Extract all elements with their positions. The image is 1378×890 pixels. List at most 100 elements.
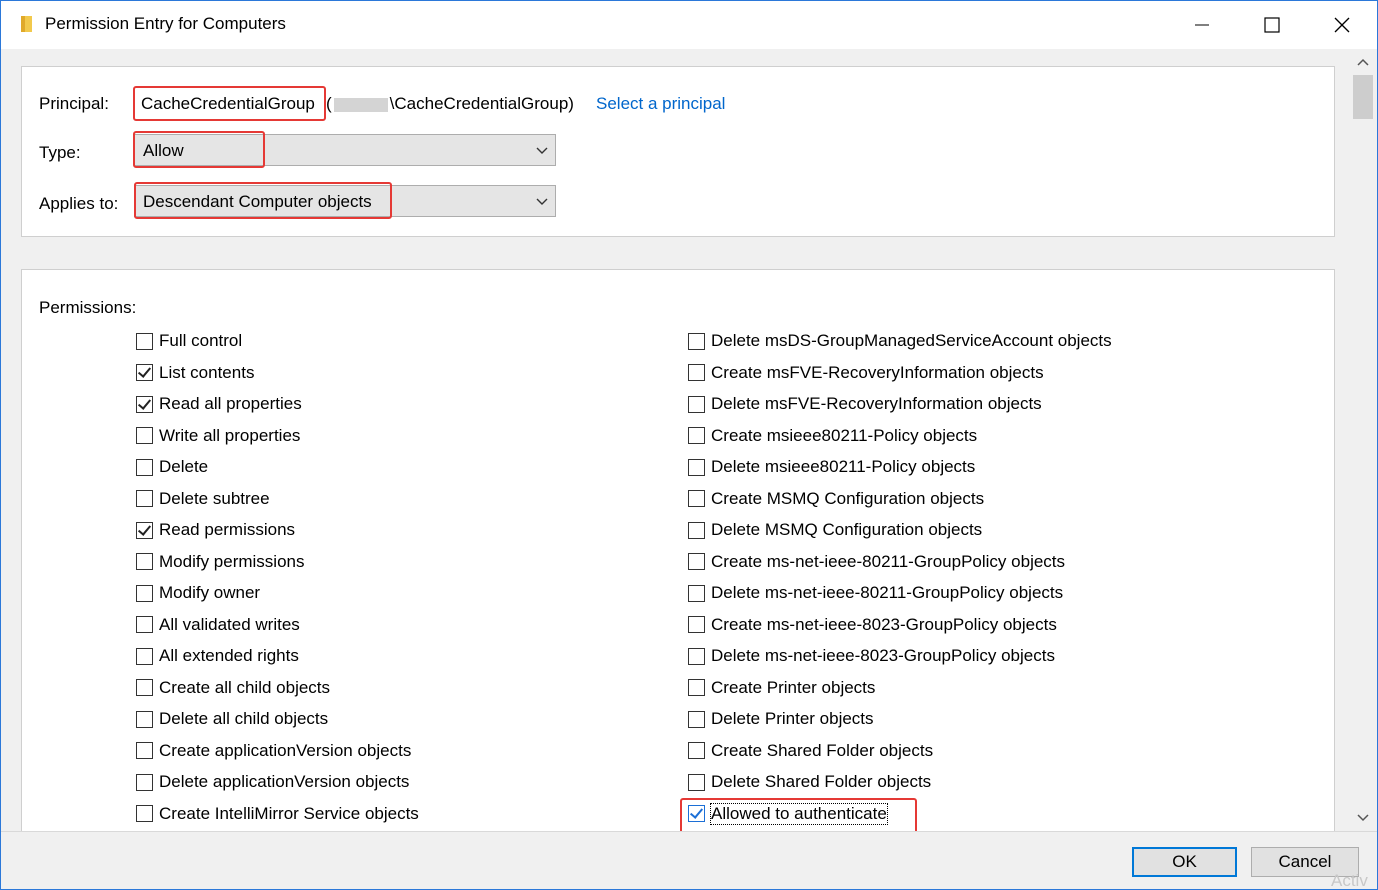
permission-item[interactable]: Modify owner [136,581,260,605]
permission-checkbox[interactable] [688,395,705,413]
permission-checkbox[interactable] [136,395,153,413]
permission-checkbox[interactable] [688,332,705,350]
chevron-up-icon [1357,58,1369,66]
permission-label: Delete ms-net-ieee-80211-GroupPolicy obj… [711,583,1064,602]
permission-item[interactable]: Write all properties [136,424,300,448]
permission-item[interactable]: Allowed to authenticate [688,802,888,826]
permission-item[interactable]: Delete subtree [136,487,270,511]
permission-label: Read permissions [159,520,296,539]
permission-checkbox[interactable] [688,553,705,570]
permission-checkbox[interactable] [688,521,705,539]
scroll-down-button[interactable] [1349,805,1377,831]
vertical-scrollbar[interactable] [1349,49,1377,831]
permission-item[interactable]: Delete MSMQ Configuration objects [688,518,982,542]
permission-checkbox[interactable] [136,710,153,728]
permission-checkbox[interactable] [136,647,153,665]
permission-item[interactable]: Delete msieee80211-Policy objects [688,455,975,479]
permission-checkbox[interactable] [136,616,153,633]
permission-label: Full control [159,331,243,350]
permission-label: Create IntelliMirror Service objects [159,803,419,823]
permission-item[interactable]: Create Shared Folder objects [688,739,933,763]
permission-checkbox[interactable] [688,364,705,381]
permission-item[interactable]: Create msieee80211-Policy objects [688,424,977,448]
permission-label: Delete ms-net-ieee-8023-GroupPolicy obje… [711,646,1055,665]
ok-button[interactable]: OK [1132,847,1237,877]
principal-label: Principal: [39,94,109,113]
permission-checkbox[interactable] [688,773,705,791]
permission-checkbox[interactable] [136,773,153,791]
permission-item[interactable]: Delete Printer objects [688,707,874,731]
permission-item[interactable]: Create all child objects [136,676,330,700]
close-icon [1334,17,1350,33]
permission-item[interactable]: Read permissions [136,518,295,542]
maximize-button[interactable] [1237,1,1307,49]
permission-item[interactable]: Delete msDS-GroupManagedServiceAccount o… [688,329,1112,353]
chevron-down-icon [1357,814,1369,822]
activation-watermark: Activ [1331,871,1368,890]
minimize-button[interactable] [1167,1,1237,49]
permission-item[interactable]: Delete all child objects [136,707,328,731]
permission-checkbox[interactable] [136,521,153,539]
permission-item[interactable]: All extended rights [136,644,299,668]
permission-checkbox[interactable] [688,427,705,444]
permission-checkbox[interactable] [136,364,153,381]
permission-item[interactable]: Create msFVE-RecoveryInformation objects [688,361,1044,385]
principal-group: Principal: CacheCredentialGroup (\CacheC… [21,66,1335,237]
scroll-thumb[interactable] [1353,75,1373,119]
permission-checkbox[interactable] [688,805,705,822]
permission-checkbox[interactable] [688,679,705,696]
permission-item[interactable]: Delete msFVE-RecoveryInformation objects [688,392,1042,416]
permission-checkbox[interactable] [136,679,153,696]
permission-item[interactable]: Create ms-net-ieee-8023-GroupPolicy obje… [688,613,1057,637]
permission-label: Create all child objects [159,677,331,697]
scroll-up-button[interactable] [1349,49,1377,75]
permission-item[interactable]: Modify permissions [136,550,305,574]
permission-item[interactable]: Create IntelliMirror Service objects [136,802,419,826]
permission-label: Delete Shared Folder objects [711,772,932,791]
permission-item[interactable]: Create ms-net-ieee-80211-GroupPolicy obj… [688,550,1065,574]
permission-checkbox[interactable] [136,427,153,444]
permission-label: Create applicationVersion objects [159,740,412,760]
permission-checkbox[interactable] [136,805,153,822]
permission-checkbox[interactable] [136,553,153,570]
permission-item[interactable]: Delete [136,455,208,479]
permission-checkbox[interactable] [136,490,153,507]
permission-checkbox[interactable] [688,710,705,728]
permission-item[interactable]: Create Printer objects [688,676,875,700]
permission-checkbox[interactable] [688,616,705,633]
permission-item[interactable]: Create MSMQ Configuration objects [688,487,984,511]
chevron-down-icon [536,198,548,205]
applies-to-dropdown[interactable]: Descendant Computer objects [134,185,556,217]
permission-item[interactable]: List contents [136,361,254,385]
permission-label: Create msFVE-RecoveryInformation objects [711,362,1044,382]
permission-item[interactable]: Delete ms-net-ieee-80211-GroupPolicy obj… [688,581,1063,605]
permission-label: Write all properties [159,425,301,445]
permission-label: Create Shared Folder objects [711,740,934,760]
permission-item[interactable]: Full control [136,329,242,353]
permission-checkbox[interactable] [136,332,153,350]
permission-label: Create Printer objects [711,677,876,697]
permission-checkbox[interactable] [688,584,705,602]
select-principal-link[interactable]: Select a principal [596,94,725,114]
permission-checkbox[interactable] [136,458,153,476]
permission-entry-dialog: Permission Entry for Computers Principal… [0,0,1378,890]
permission-checkbox[interactable] [688,490,705,507]
permission-checkbox[interactable] [688,647,705,665]
permission-checkbox[interactable] [136,584,153,602]
permission-item[interactable]: Read all properties [136,392,302,416]
permission-item[interactable]: Delete ms-net-ieee-8023-GroupPolicy obje… [688,644,1055,668]
permission-item[interactable]: Create applicationVersion objects [136,739,411,763]
permissions-label: Permissions: [39,298,137,317]
permission-item[interactable]: Delete Shared Folder objects [688,770,931,794]
close-button[interactable] [1307,1,1377,49]
title-bar: Permission Entry for Computers [1,1,1377,49]
permission-checkbox[interactable] [688,742,705,759]
permission-label: List contents [159,362,255,382]
permission-checkbox[interactable] [688,458,705,476]
permission-item[interactable]: All validated writes [136,613,300,637]
permission-item[interactable]: Delete applicationVersion objects [136,770,409,794]
permission-checkbox[interactable] [136,742,153,759]
permission-label: All extended rights [159,646,299,665]
applies-to-label: Applies to: [39,194,119,213]
type-dropdown[interactable]: Allow [134,134,556,166]
